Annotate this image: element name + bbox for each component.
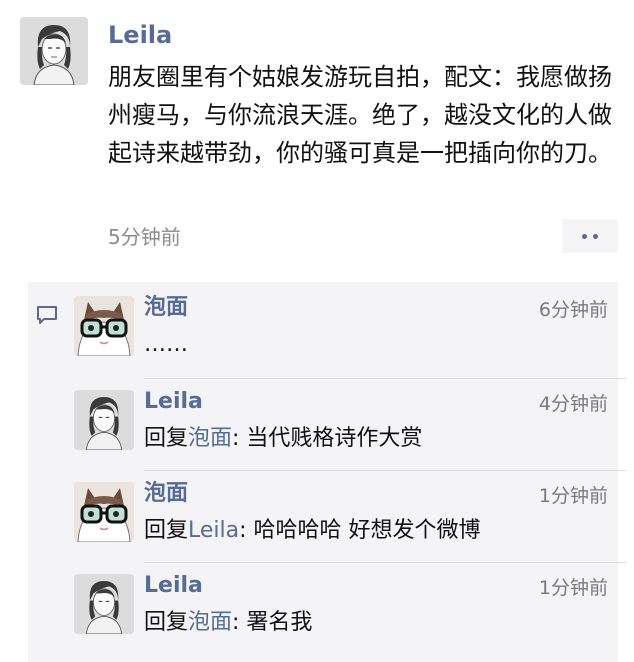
comment-timestamp: 4分钟前 xyxy=(538,393,608,415)
more-dots-icon-dot xyxy=(593,234,598,239)
comments-panel: 泡面 6分钟前 …… Leila 4分钟前 回复泡面: 当代贱格诗作大赏 泡面 … xyxy=(28,282,626,662)
commenter-name[interactable]: Leila xyxy=(144,570,203,602)
comment-timestamp: 1分钟前 xyxy=(538,485,608,507)
post-author-avatar[interactable] xyxy=(20,17,88,85)
reply-prefix: 回复 xyxy=(144,610,189,635)
reply-target-name[interactable]: Leila xyxy=(188,518,239,543)
comment-item[interactable]: Leila 4分钟前 回复泡面: 当代贱格诗作大赏 xyxy=(74,376,610,468)
reply-prefix: 回复 xyxy=(144,518,189,543)
comment-timestamp: 6分钟前 xyxy=(538,299,608,321)
reply-content: : 当代贱格诗作大赏 xyxy=(232,426,423,451)
reply-content: : 署名我 xyxy=(232,610,313,635)
comment-item[interactable]: 泡面 6分钟前 …… xyxy=(74,282,610,374)
comment-item[interactable]: Leila 1分钟前 回复泡面: 署名我 xyxy=(74,560,610,652)
comment-text: 回复Leila: 哈哈哈哈 好想发个微博 xyxy=(144,514,481,548)
moments-post: Leila 朋友圈里有个姑娘发游玩自拍，配文：我愿做扬州瘦马，与你流浪天涯。绝了… xyxy=(0,0,634,662)
commenter-avatar[interactable] xyxy=(74,390,134,450)
commenter-name[interactable]: 泡面 xyxy=(144,292,188,324)
reply-target-name[interactable]: 泡面 xyxy=(188,610,232,635)
commenter-name[interactable]: Leila xyxy=(144,386,203,418)
reply-content: : 哈哈哈哈 好想发个微博 xyxy=(239,518,481,543)
comment-text: 回复泡面: 当代贱格诗作大赏 xyxy=(144,422,422,456)
comment-item[interactable]: 泡面 1分钟前 回复Leila: 哈哈哈哈 好想发个微博 xyxy=(74,468,610,560)
comment-timestamp: 1分钟前 xyxy=(538,577,608,599)
commenter-avatar[interactable] xyxy=(74,574,134,634)
commenter-name[interactable]: 泡面 xyxy=(144,478,188,510)
post-text: 朋友圈里有个姑娘发游玩自拍，配文：我愿做扬州瘦马，与你流浪天涯。绝了，越没文化的… xyxy=(108,63,612,167)
comment-text: …… xyxy=(144,332,188,357)
post-author-name[interactable]: Leila xyxy=(108,18,172,52)
more-dots-icon xyxy=(582,234,587,239)
commenter-avatar[interactable] xyxy=(74,296,134,356)
comment-icon xyxy=(37,306,57,324)
more-actions-button[interactable] xyxy=(562,219,618,253)
comment-text: 回复泡面: 署名我 xyxy=(144,606,312,640)
reply-prefix: 回复 xyxy=(144,426,189,451)
commenter-avatar[interactable] xyxy=(74,482,134,542)
post-timestamp: 5分钟前 xyxy=(108,225,181,249)
reply-target-name[interactable]: 泡面 xyxy=(188,426,232,451)
